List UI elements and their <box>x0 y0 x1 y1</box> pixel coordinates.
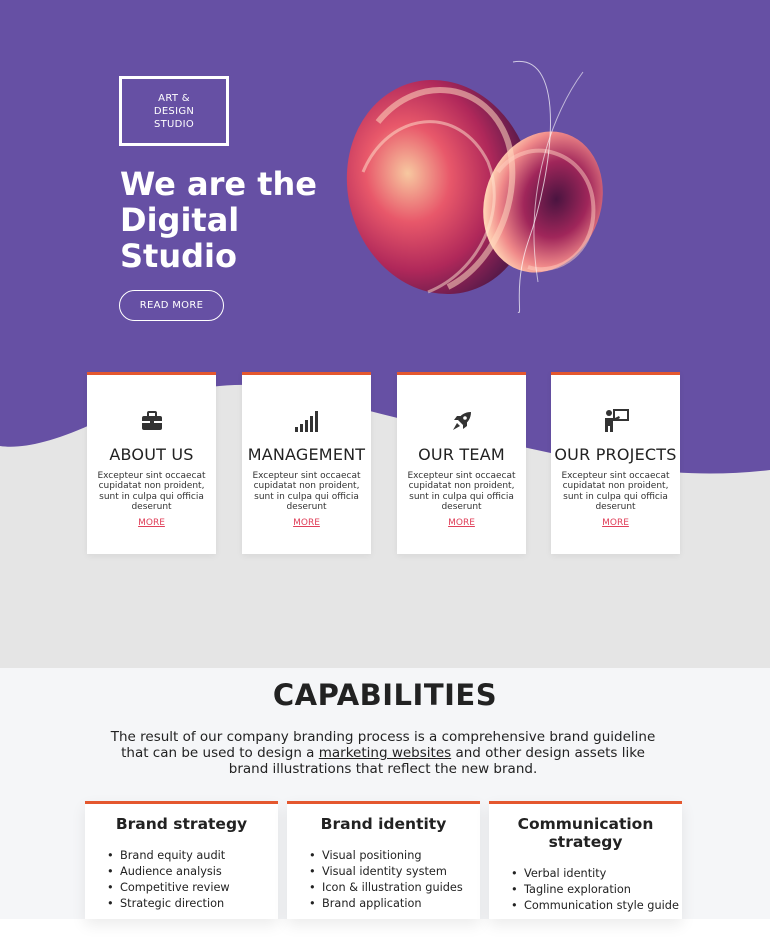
read-more-button[interactable]: READ MORE <box>119 290 224 321</box>
list-item: Communication style guide <box>511 898 679 914</box>
feature-description: Excepteur sint occaecat cupidatat non pr… <box>97 471 206 512</box>
list-item: Tagline exploration <box>511 882 679 898</box>
list-item: Brand equity audit <box>107 848 230 864</box>
list-item: Competitive review <box>107 880 230 896</box>
feature-more-link[interactable]: MORE <box>551 518 680 528</box>
feature-more-link[interactable]: MORE <box>397 518 526 528</box>
feature-card-about-us: ABOUT US Excepteur sint occaecat cupidat… <box>87 372 216 554</box>
feature-description: Excepteur sint occaecat cupidatat non pr… <box>407 471 516 512</box>
capability-title: Brand strategy <box>115 815 248 833</box>
capability-card-communication-strategy: Communication strategy Verbal identity T… <box>489 801 682 919</box>
capabilities-intro: The result of our company branding proce… <box>100 729 666 777</box>
marketing-websites-link[interactable]: marketing websites <box>319 745 451 761</box>
list-item: Verbal identity <box>511 866 679 882</box>
brand-logo-box: ART & DESIGN STUDIO <box>119 76 229 146</box>
hero-title: We are the Digital Studio <box>120 165 317 275</box>
feature-title: MANAGEMENT <box>247 445 366 464</box>
list-item: Audience analysis <box>107 864 230 880</box>
feature-card-our-projects: OUR PROJECTS Excepteur sint occaecat cup… <box>551 372 680 554</box>
briefcase-icon <box>87 409 216 435</box>
feature-card-our-team: OUR TEAM Excepteur sint occaecat cupidat… <box>397 372 526 554</box>
feature-more-link[interactable]: MORE <box>87 518 216 528</box>
capabilities-title: CAPABILITIES <box>272 678 498 712</box>
capability-title: Brand identity <box>320 815 447 833</box>
capability-title: Communication strategy <box>517 815 654 851</box>
brand-line: STUDIO <box>153 118 195 130</box>
list-item: Brand application <box>309 896 463 912</box>
capability-list: Visual positioning Visual identity syste… <box>309 848 463 912</box>
abstract-swirl-illustration <box>346 61 603 313</box>
capability-card-brand-identity: Brand identity Visual positioning Visual… <box>287 801 480 919</box>
feature-more-link[interactable]: MORE <box>242 518 371 528</box>
capability-card-brand-strategy: Brand strategy Brand equity audit Audien… <box>85 801 278 919</box>
brand-line: DESIGN <box>153 105 195 117</box>
signal-bars-icon <box>242 409 371 435</box>
list-item: Icon & illustration guides <box>309 880 463 896</box>
feature-card-management: MANAGEMENT Excepteur sint occaecat cupid… <box>242 372 371 554</box>
list-item: Strategic direction <box>107 896 230 912</box>
list-item: Visual positioning <box>309 848 463 864</box>
feature-description: Excepteur sint occaecat cupidatat non pr… <box>252 471 361 512</box>
feature-title: ABOUT US <box>109 445 194 464</box>
feature-title: OUR PROJECTS <box>554 445 677 464</box>
presenter-icon <box>551 409 680 435</box>
capability-list: Brand equity audit Audience analysis Com… <box>107 848 230 912</box>
list-item: Visual identity system <box>309 864 463 880</box>
feature-description: Excepteur sint occaecat cupidatat non pr… <box>561 471 670 512</box>
capability-list: Verbal identity Tagline exploration Comm… <box>511 866 679 914</box>
feature-title: OUR TEAM <box>418 445 505 464</box>
brand-line: ART & <box>158 92 190 104</box>
rocket-icon <box>397 409 526 435</box>
